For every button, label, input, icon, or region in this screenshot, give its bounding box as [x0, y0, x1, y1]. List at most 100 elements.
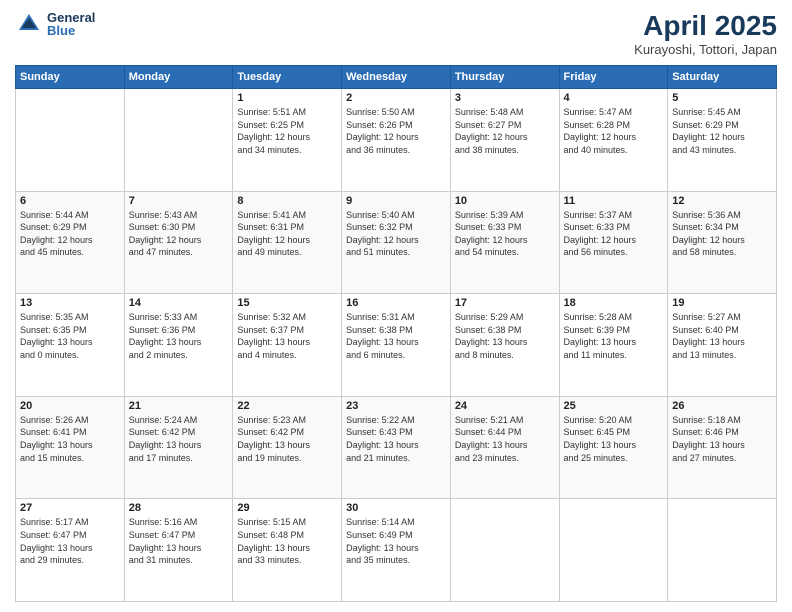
calendar-day-cell: 28 Sunrise: 5:16 AM Sunset: 6:47 PM Dayli…: [124, 499, 233, 602]
day-number: 8: [237, 195, 337, 207]
day-number: 3: [455, 92, 555, 104]
day-number: 25: [564, 400, 664, 412]
day-info: Sunrise: 5:43 AM Sunset: 6:30 PM Dayligh…: [129, 209, 229, 259]
day-number: 14: [129, 297, 229, 309]
day-number: 11: [564, 195, 664, 207]
day-number: 28: [129, 502, 229, 514]
day-info: Sunrise: 5:33 AM Sunset: 6:36 PM Dayligh…: [129, 311, 229, 361]
calendar-day-cell: 21Sunrise: 5:24 AM Sunset: 6:42 PM Dayli…: [124, 396, 233, 499]
calendar-day-cell: 6 Sunrise: 5:44 AM Sunset: 6:29 PM Daylig…: [16, 191, 125, 294]
calendar-week-row: 13 Sunrise: 5:35 AM Sunset: 6:35 PM Dayli…: [16, 294, 777, 397]
calendar-day-cell: 8Sunrise: 5:41 AM Sunset: 6:31 PM Daylig…: [233, 191, 342, 294]
day-info: Sunrise: 5:35 AM Sunset: 6:35 PM Dayligh…: [20, 311, 120, 361]
calendar-day-cell: [559, 499, 668, 602]
day-info: Sunrise: 5:44 AM Sunset: 6:29 PM Dayligh…: [20, 209, 120, 259]
day-info: Sunrise: 5:21 AM Sunset: 6:44 PM Dayligh…: [455, 414, 555, 464]
calendar-day-cell: 30 Sunrise: 5:14 AM Sunset: 6:49 PM Dayli…: [342, 499, 451, 602]
calendar-day-cell: 7 Sunrise: 5:43 AM Sunset: 6:30 PM Daylig…: [124, 191, 233, 294]
calendar-header-cell: Sunday: [16, 66, 125, 89]
day-info: Sunrise: 5:26 AM Sunset: 6:41 PM Dayligh…: [20, 414, 120, 464]
day-number: 13: [20, 297, 120, 309]
logo: General Blue: [15, 10, 95, 38]
calendar-day-cell: 3 Sunrise: 5:48 AM Sunset: 6:27 PM Daylig…: [450, 89, 559, 192]
calendar-table: SundayMondayTuesdayWednesdayThursdayFrid…: [15, 65, 777, 602]
day-info: Sunrise: 5:45 AM Sunset: 6:29 PM Dayligh…: [672, 106, 772, 156]
calendar-day-cell: 11 Sunrise: 5:37 AM Sunset: 6:33 PM Dayli…: [559, 191, 668, 294]
day-number: 30: [346, 502, 446, 514]
calendar-day-cell: 15Sunrise: 5:32 AM Sunset: 6:37 PM Dayli…: [233, 294, 342, 397]
day-number: 21: [129, 400, 229, 412]
calendar-day-cell: 16 Sunrise: 5:31 AM Sunset: 6:38 PM Dayli…: [342, 294, 451, 397]
day-number: 7: [129, 195, 229, 207]
calendar-week-row: 20 Sunrise: 5:26 AM Sunset: 6:41 PM Dayli…: [16, 396, 777, 499]
day-number: 1: [237, 92, 337, 104]
calendar-day-cell: 5Sunrise: 5:45 AM Sunset: 6:29 PM Daylig…: [668, 89, 777, 192]
day-info: Sunrise: 5:18 AM Sunset: 6:46 PM Dayligh…: [672, 414, 772, 464]
calendar-header-cell: Tuesday: [233, 66, 342, 89]
day-number: 10: [455, 195, 555, 207]
calendar-header-cell: Thursday: [450, 66, 559, 89]
logo-text: General Blue: [47, 11, 95, 37]
day-info: Sunrise: 5:27 AM Sunset: 6:40 PM Dayligh…: [672, 311, 772, 361]
day-number: 16: [346, 297, 446, 309]
calendar-day-cell: [16, 89, 125, 192]
calendar-week-row: 6 Sunrise: 5:44 AM Sunset: 6:29 PM Daylig…: [16, 191, 777, 294]
calendar-day-cell: 10 Sunrise: 5:39 AM Sunset: 6:33 PM Dayli…: [450, 191, 559, 294]
day-number: 18: [564, 297, 664, 309]
main-title: April 2025: [634, 10, 777, 42]
day-number: 20: [20, 400, 120, 412]
day-info: Sunrise: 5:47 AM Sunset: 6:28 PM Dayligh…: [564, 106, 664, 156]
calendar-day-cell: 12Sunrise: 5:36 AM Sunset: 6:34 PM Dayli…: [668, 191, 777, 294]
title-block: April 2025 Kurayoshi, Tottori, Japan: [634, 10, 777, 57]
day-info: Sunrise: 5:48 AM Sunset: 6:27 PM Dayligh…: [455, 106, 555, 156]
day-info: Sunrise: 5:28 AM Sunset: 6:39 PM Dayligh…: [564, 311, 664, 361]
day-number: 2: [346, 92, 446, 104]
calendar-day-cell: 22Sunrise: 5:23 AM Sunset: 6:42 PM Dayli…: [233, 396, 342, 499]
calendar-header-cell: Wednesday: [342, 66, 451, 89]
calendar-day-cell: 17Sunrise: 5:29 AM Sunset: 6:38 PM Dayli…: [450, 294, 559, 397]
day-number: 6: [20, 195, 120, 207]
day-number: 23: [346, 400, 446, 412]
calendar-day-cell: 25 Sunrise: 5:20 AM Sunset: 6:45 PM Dayli…: [559, 396, 668, 499]
calendar-day-cell: [450, 499, 559, 602]
day-info: Sunrise: 5:50 AM Sunset: 6:26 PM Dayligh…: [346, 106, 446, 156]
day-info: Sunrise: 5:15 AM Sunset: 6:48 PM Dayligh…: [237, 516, 337, 566]
page: General Blue April 2025 Kurayoshi, Totto…: [0, 0, 792, 612]
day-number: 9: [346, 195, 446, 207]
day-number: 17: [455, 297, 555, 309]
day-info: Sunrise: 5:14 AM Sunset: 6:49 PM Dayligh…: [346, 516, 446, 566]
calendar-day-cell: 4 Sunrise: 5:47 AM Sunset: 6:28 PM Daylig…: [559, 89, 668, 192]
calendar-week-row: 27 Sunrise: 5:17 AM Sunset: 6:47 PM Dayli…: [16, 499, 777, 602]
calendar-day-cell: 13 Sunrise: 5:35 AM Sunset: 6:35 PM Dayli…: [16, 294, 125, 397]
day-info: Sunrise: 5:22 AM Sunset: 6:43 PM Dayligh…: [346, 414, 446, 464]
day-number: 26: [672, 400, 772, 412]
day-number: 22: [237, 400, 337, 412]
day-number: 19: [672, 297, 772, 309]
calendar-header-row: SundayMondayTuesdayWednesdayThursdayFrid…: [16, 66, 777, 89]
day-info: Sunrise: 5:51 AM Sunset: 6:25 PM Dayligh…: [237, 106, 337, 156]
calendar-day-cell: 18 Sunrise: 5:28 AM Sunset: 6:39 PM Dayli…: [559, 294, 668, 397]
day-info: Sunrise: 5:16 AM Sunset: 6:47 PM Dayligh…: [129, 516, 229, 566]
day-info: Sunrise: 5:39 AM Sunset: 6:33 PM Dayligh…: [455, 209, 555, 259]
day-number: 15: [237, 297, 337, 309]
calendar-day-cell: 29 Sunrise: 5:15 AM Sunset: 6:48 PM Dayli…: [233, 499, 342, 602]
calendar-week-row: 1 Sunrise: 5:51 AM Sunset: 6:25 PM Daylig…: [16, 89, 777, 192]
day-number: 27: [20, 502, 120, 514]
subtitle: Kurayoshi, Tottori, Japan: [634, 42, 777, 57]
day-info: Sunrise: 5:31 AM Sunset: 6:38 PM Dayligh…: [346, 311, 446, 361]
day-info: Sunrise: 5:40 AM Sunset: 6:32 PM Dayligh…: [346, 209, 446, 259]
day-number: 29: [237, 502, 337, 514]
calendar-day-cell: 27 Sunrise: 5:17 AM Sunset: 6:47 PM Dayli…: [16, 499, 125, 602]
day-number: 4: [564, 92, 664, 104]
day-info: Sunrise: 5:37 AM Sunset: 6:33 PM Dayligh…: [564, 209, 664, 259]
calendar-day-cell: 14 Sunrise: 5:33 AM Sunset: 6:36 PM Dayli…: [124, 294, 233, 397]
day-info: Sunrise: 5:17 AM Sunset: 6:47 PM Dayligh…: [20, 516, 120, 566]
header: General Blue April 2025 Kurayoshi, Totto…: [15, 10, 777, 57]
calendar-day-cell: [668, 499, 777, 602]
calendar-day-cell: 24Sunrise: 5:21 AM Sunset: 6:44 PM Dayli…: [450, 396, 559, 499]
logo-icon: [15, 10, 43, 38]
day-info: Sunrise: 5:20 AM Sunset: 6:45 PM Dayligh…: [564, 414, 664, 464]
calendar-day-cell: [124, 89, 233, 192]
calendar-day-cell: 20 Sunrise: 5:26 AM Sunset: 6:41 PM Dayli…: [16, 396, 125, 499]
logo-blue: Blue: [47, 24, 95, 37]
